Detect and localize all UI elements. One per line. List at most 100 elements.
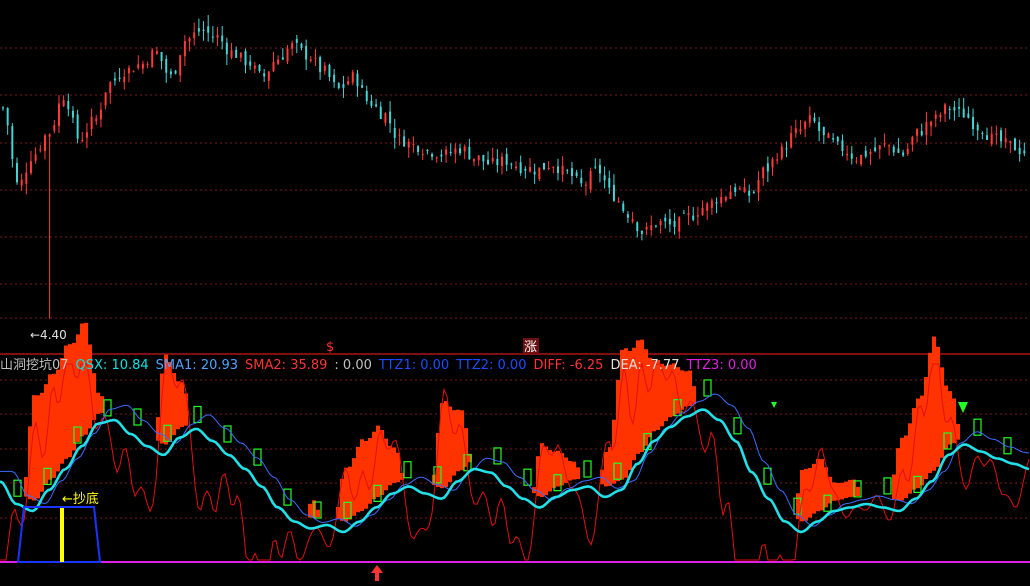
candle-body [757, 179, 760, 193]
candle-body [300, 43, 303, 49]
candle-body [342, 84, 345, 88]
candle-body [846, 153, 849, 156]
momentum-bar [892, 474, 896, 500]
momentum-bar [608, 447, 612, 486]
candle-body [193, 32, 196, 39]
candle-body [822, 126, 825, 136]
candle-body [85, 132, 88, 138]
candle-body [659, 221, 662, 226]
candle-body [519, 162, 522, 174]
momentum-bar [36, 395, 40, 499]
momentum-bar [84, 322, 88, 435]
momentum-bar [96, 392, 100, 414]
candle-body [249, 61, 252, 66]
candle-body [15, 162, 18, 183]
candle-body [1018, 147, 1021, 155]
signal-box [103, 399, 112, 417]
candle-body [986, 135, 989, 140]
candle-body [976, 124, 979, 131]
candle-body [622, 203, 625, 212]
candle-body [566, 170, 569, 172]
candle-body [580, 177, 583, 184]
candle-body [906, 148, 909, 154]
momentum-bar [76, 334, 80, 443]
candle-body [137, 64, 140, 69]
candle-body [151, 49, 154, 68]
indicator-legend: 山洞挖坑07 QSX: 10.84 SMA1: 20.93 SMA2: 35.89: … [0, 357, 764, 375]
candle-body [780, 146, 783, 159]
candle-body [584, 184, 587, 186]
candle-body [626, 214, 629, 218]
momentum-bar [840, 482, 844, 500]
momentum-bar [176, 381, 180, 430]
legend-diff: DIFF: -6.25 [533, 358, 604, 373]
candle-body [109, 82, 112, 93]
candle-body [934, 114, 937, 119]
candle-body [487, 159, 490, 165]
momentum-bar [544, 446, 548, 496]
candle-body [598, 164, 601, 174]
candle-body [556, 166, 559, 173]
candle-body [435, 157, 438, 159]
candle-body [132, 71, 135, 73]
momentum-bar [808, 467, 812, 518]
candle-body [990, 133, 993, 145]
candle-body [459, 148, 462, 154]
candle-body [267, 71, 270, 81]
candle-body [668, 218, 671, 225]
candle-body [333, 74, 336, 83]
candle-body [295, 38, 298, 43]
candle-body [762, 167, 765, 179]
green-down-arrow-icon [958, 402, 968, 413]
candle-body [664, 217, 667, 222]
candle-body [1009, 140, 1012, 143]
signal-label-rise: 涨 [524, 340, 537, 355]
signal-box [883, 477, 892, 495]
momentum-bar [848, 479, 852, 498]
candle-body [897, 148, 900, 153]
candle-body [631, 219, 634, 222]
candle-body [286, 48, 289, 62]
momentum-bar [452, 410, 456, 476]
momentum-bar [932, 336, 936, 471]
candle-body [510, 163, 513, 165]
momentum-bar [924, 377, 928, 480]
candle-body [930, 121, 933, 127]
signal-box [283, 488, 292, 506]
candle-body [827, 133, 830, 139]
candle-body [155, 51, 158, 54]
candle-body [528, 167, 531, 172]
candle-body [650, 225, 653, 231]
candle-body [253, 65, 256, 69]
candle-body [25, 172, 28, 184]
candle-body [431, 153, 434, 157]
candle-body [608, 178, 611, 188]
candle-body [916, 128, 919, 136]
candle-body [230, 50, 233, 58]
momentum-bar [548, 450, 552, 492]
candle-body [505, 153, 508, 165]
candle-body [291, 43, 294, 49]
momentum-bar [856, 486, 860, 497]
momentum-bar [900, 437, 904, 501]
candle-body [696, 215, 699, 217]
candle-body [729, 191, 732, 200]
low-price-label: ←4.40 [30, 328, 67, 342]
candle-body [71, 110, 74, 118]
candle-body [888, 145, 891, 147]
candle-body [53, 125, 56, 131]
candle-body [724, 196, 727, 201]
candle-body [948, 108, 951, 111]
candle-body [482, 154, 485, 162]
candle-body [738, 188, 741, 190]
candle-body [417, 146, 420, 152]
candle-body [449, 151, 452, 154]
candle-body [225, 42, 228, 55]
candle-body [463, 146, 466, 152]
candle-body [365, 90, 368, 102]
candle-body [473, 158, 476, 162]
candle-body [808, 115, 811, 123]
momentum-bar [844, 481, 848, 499]
candle-body [403, 136, 406, 147]
candle-body [804, 121, 807, 129]
